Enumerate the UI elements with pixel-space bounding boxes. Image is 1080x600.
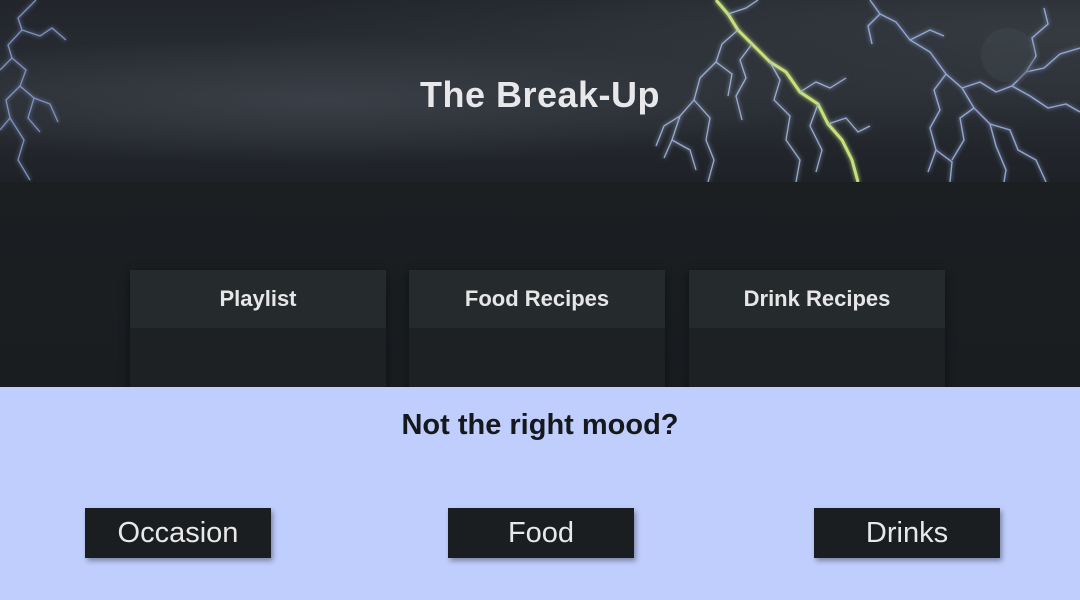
drinks-button[interactable]: Drinks [814,508,1000,558]
drink-recipes-card[interactable]: Drink Recipes [689,270,945,387]
mood-question: Not the right mood? [401,409,679,441]
card-title: Playlist [130,270,386,328]
food-recipes-card[interactable]: Food Recipes [409,270,665,387]
card-title: Drink Recipes [689,270,945,328]
occasion-button[interactable]: Occasion [85,508,271,558]
mood-section: Not the right mood? Occasion Food Drinks [0,387,1080,600]
cards-section: Playlist Food Recipes Drink Recipes [0,182,1080,387]
food-button[interactable]: Food [448,508,634,558]
page-title: The Break-Up [419,74,661,115]
playlist-card[interactable]: Playlist [130,270,386,387]
hero-banner: The Break-Up [0,0,1080,182]
card-title: Food Recipes [409,270,665,328]
